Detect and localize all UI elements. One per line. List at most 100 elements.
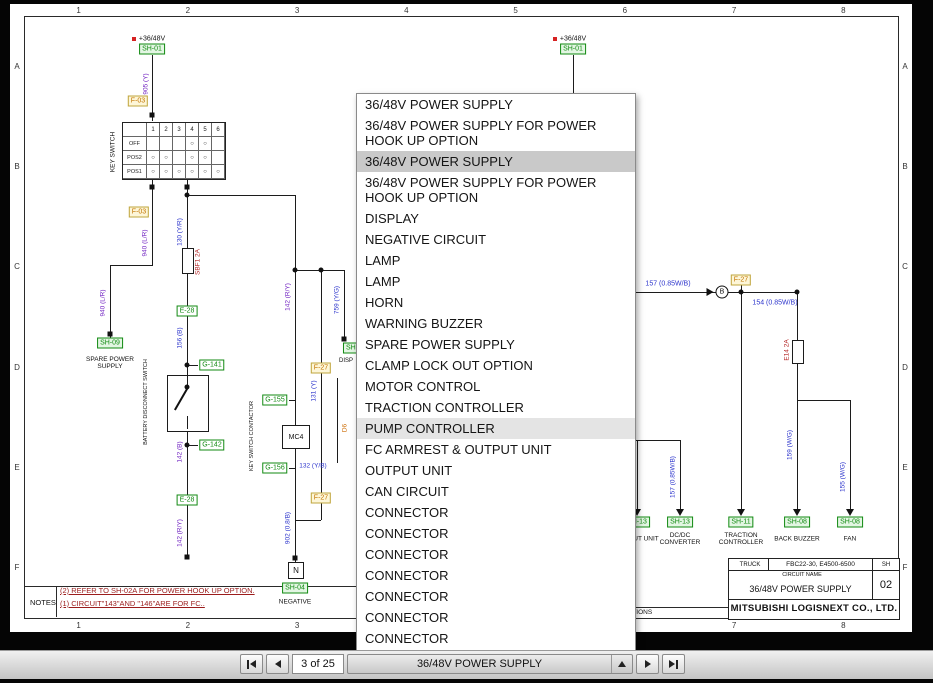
battery-disconnect-switch [167, 375, 209, 432]
device-ref-label: SH-08 [784, 516, 810, 528]
next-page-button[interactable] [636, 654, 659, 674]
dropdown-item[interactable]: HORN [357, 292, 635, 313]
wire [321, 373, 322, 493]
key-switch-cell: ○ [199, 137, 212, 151]
dropdown-item[interactable]: 36/48V POWER SUPPLY [357, 151, 635, 172]
wire-label: 155 (W/G) [839, 462, 847, 492]
key-switch-cell: ○ [147, 151, 160, 165]
terminal-square [292, 555, 298, 561]
wire [187, 430, 188, 496]
dropdown-item[interactable]: NEGATIVE CIRCUIT [357, 229, 635, 250]
key-switch-cell [160, 137, 173, 151]
notes-line: (1) CIRCUIT"143"AND "146"ARE FOR FC.. [60, 599, 205, 608]
power-rail-label: +36/48V [138, 35, 166, 43]
title-block-circuit-cell: CIRCUIT NAME 36/48V POWER SUPPLY [729, 571, 873, 600]
dropdown-item[interactable]: 36/48V POWER SUPPLY [357, 94, 635, 115]
device-name: BACK BUZZER [774, 535, 820, 543]
wire-label: D6 [341, 423, 349, 433]
red-mark [132, 37, 136, 41]
device-ref-label: SH-13 [667, 516, 693, 528]
wire [321, 270, 322, 364]
key-switch-cell: ○ [199, 151, 212, 165]
zone-row-label: A [14, 61, 20, 71]
title-block-truck-value: FBC22-30, E4500-6500 [769, 559, 873, 571]
key-switch-cell [173, 151, 186, 165]
key-switch-cell: OFF [123, 137, 147, 151]
ref-label: G-142 [199, 439, 225, 451]
page-indicator[interactable]: 3 of 25 [292, 654, 344, 674]
dropdown-item[interactable]: CAN CIRCUIT [357, 481, 635, 502]
key-switch-cell: 4 [186, 123, 199, 137]
dropdown-item[interactable]: CLAMP LOCK OUT OPTION [357, 355, 635, 376]
ref-label: SH-01 [139, 43, 165, 55]
wire-label: 157 (0.85W/B) [645, 280, 691, 288]
title-block: TRUCK FBC22-30, E4500-6500 SH CIRCUIT NA… [728, 558, 900, 620]
negative-terminal-box: N [288, 562, 304, 579]
dropdown-item[interactable]: CONNECTOR [357, 586, 635, 607]
zone-column-label: 5 [513, 5, 518, 15]
dropdown-item[interactable]: CONNECTOR [357, 523, 635, 544]
dropdown-item[interactable]: CONNECTOR [357, 565, 635, 586]
dropdown-item[interactable]: DISPLAY [357, 208, 635, 229]
ref-label: SH-04 [282, 582, 308, 594]
zone-row-label: D [902, 362, 908, 372]
wire [110, 265, 153, 266]
key-switch-cell: ○ [212, 165, 225, 179]
previous-page-icon [274, 660, 281, 668]
ref-label: F-27 [310, 362, 332, 374]
zone-row-label: F [14, 563, 20, 573]
zone-column-label: 6 [622, 5, 628, 15]
zone-column-label: 4 [404, 5, 409, 15]
key-switch-cell: ○ [160, 165, 173, 179]
chevron-up-icon [618, 661, 626, 667]
wire [573, 55, 574, 93]
dropdown-item[interactable]: OUTPUT UNIT [357, 460, 635, 481]
zone-row-label: B [902, 161, 908, 171]
dropdown-item[interactable]: CONNECTOR [357, 628, 635, 649]
ref-label: G-155 [262, 394, 288, 406]
terminal-square [341, 336, 347, 342]
page-list-dropdown: 36/48V POWER SUPPLY 36/48V POWER SUPPLY F… [356, 93, 636, 652]
zone-row-label: E [14, 462, 20, 472]
wire-label: 940 (L/R) [99, 289, 107, 317]
arrow-down-icon [846, 509, 854, 516]
last-page-button[interactable] [662, 654, 685, 674]
sheet-number: 02 [873, 571, 899, 600]
dropdown-item[interactable]: CONNECTOR [357, 544, 635, 565]
wire [187, 505, 188, 557]
zone-row-label: C [14, 262, 20, 272]
dropdown-item[interactable]: CONNECTOR [357, 502, 635, 523]
dropdown-item[interactable]: 36/48V POWER SUPPLY FOR POWER HOOK UP OP… [357, 172, 635, 208]
zone-column-label: 1 [76, 620, 81, 630]
terminal-square [184, 554, 190, 560]
notes-divider [56, 586, 57, 617]
dropdown-item[interactable]: 36/48V POWER SUPPLY FOR POWER HOOK UP OP… [357, 115, 635, 151]
page-title-dropdown-button[interactable]: 36/48V POWER SUPPLY [347, 654, 633, 674]
wire [110, 265, 111, 338]
last-page-icon [669, 660, 675, 668]
dropdown-item[interactable]: LAMP [357, 271, 635, 292]
dropdown-item[interactable]: LAMP [357, 250, 635, 271]
key-switch-cell: ○ [186, 165, 199, 179]
zone-band-top: 1 2 3 4 5 6 7 8 [24, 4, 898, 16]
zone-column-label: 1 [76, 5, 81, 15]
key-switch-cell: 1 [147, 123, 160, 137]
dropdown-item[interactable]: MOTOR CONTROL [357, 376, 635, 397]
first-page-button[interactable] [240, 654, 263, 674]
dropdown-item[interactable]: FC ARMREST & OUTPUT UNIT [357, 439, 635, 460]
dropdown-item[interactable]: SPARE POWER SUPPLY [357, 334, 635, 355]
dropdown-item[interactable]: WARNING BUZZER [357, 313, 635, 334]
device-name: TRACTION CONTROLLER [718, 532, 764, 546]
dropdown-item[interactable]: CONNECTOR [357, 607, 635, 628]
key-switch-cell: ○ [186, 137, 199, 151]
dropdown-item[interactable]: TRACTION CONTROLLER [357, 397, 635, 418]
dropdown-item[interactable]: PUMP CONTROLLER [357, 418, 635, 439]
arrow-right-icon [706, 288, 714, 296]
arrow-down-icon [793, 509, 801, 516]
red-mark [553, 37, 557, 41]
junction-dot [738, 289, 744, 295]
key-switch-cell: 6 [212, 123, 225, 137]
previous-page-button[interactable] [266, 654, 289, 674]
ref-label: SH-01 [560, 43, 586, 55]
junction-dot [794, 289, 800, 295]
